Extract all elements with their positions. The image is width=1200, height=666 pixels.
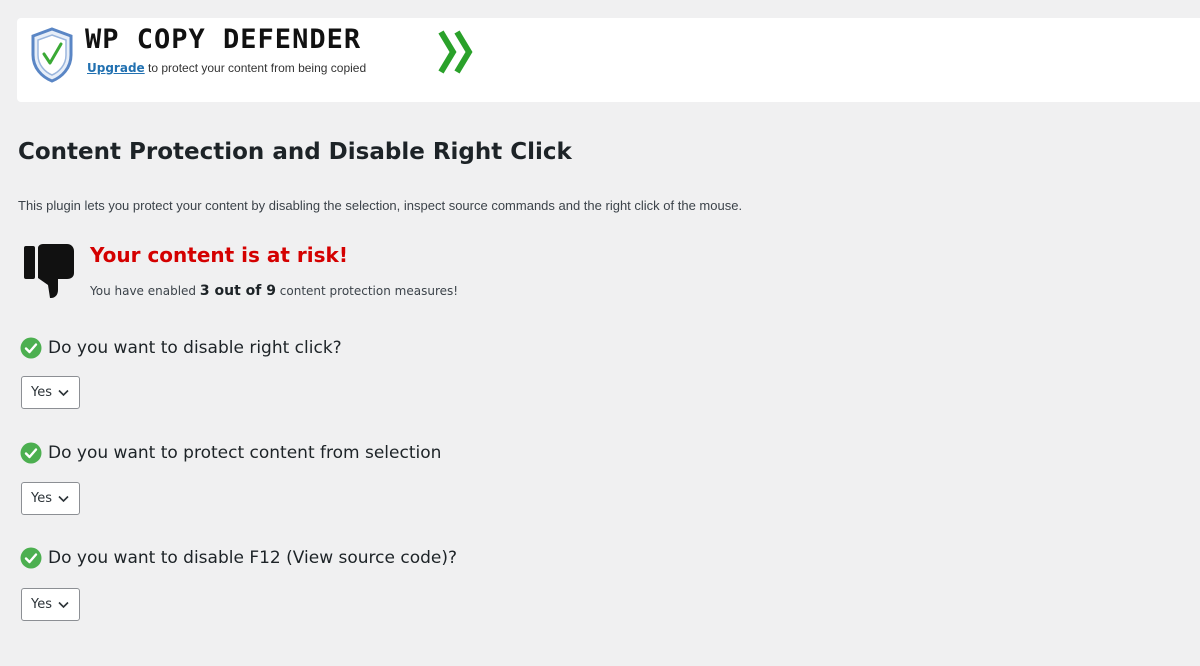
risk-title: Your content is at risk! bbox=[90, 243, 348, 267]
upgrade-link[interactable]: Upgrade bbox=[87, 61, 145, 75]
shield-check-icon bbox=[31, 27, 73, 83]
disable-right-click-select[interactable]: Yes bbox=[21, 376, 80, 409]
setting-disable-f12: Do you want to disable F12 (View source … bbox=[20, 547, 457, 569]
risk-prefix: You have enabled bbox=[90, 284, 200, 298]
setting-question: Do you want to disable right click? bbox=[48, 338, 342, 358]
select-value: Yes bbox=[31, 491, 52, 506]
risk-count: 3 out of 9 bbox=[199, 283, 276, 299]
chevron-down-icon bbox=[58, 495, 69, 502]
protect-selection-select[interactable]: Yes bbox=[21, 482, 80, 515]
setting-disable-right-click: Do you want to disable right click? bbox=[20, 337, 342, 359]
setting-protect-selection: Do you want to protect content from sele… bbox=[20, 442, 441, 464]
select-value: Yes bbox=[31, 597, 52, 612]
plugin-banner: WP COPY DEFENDER Upgrade to protect your… bbox=[17, 18, 1200, 102]
check-circle-icon bbox=[20, 547, 42, 569]
check-circle-icon bbox=[20, 337, 42, 359]
page-intro: This plugin lets you protect your conten… bbox=[18, 198, 743, 213]
chevron-down-icon bbox=[58, 601, 69, 608]
double-chevron-icon bbox=[438, 30, 473, 74]
chevron-down-icon bbox=[58, 389, 69, 396]
risk-suffix: content protection measures! bbox=[275, 284, 459, 298]
select-value: Yes bbox=[31, 385, 52, 400]
setting-question: Do you want to disable F12 (View source … bbox=[48, 548, 458, 568]
setting-question: Do you want to protect content from sele… bbox=[48, 443, 442, 463]
check-circle-icon bbox=[20, 442, 42, 464]
risk-subtitle: You have enabled 3 out of 9 content prot… bbox=[90, 283, 458, 299]
disable-f12-select[interactable]: Yes bbox=[21, 588, 80, 621]
brand-subtitle: Upgrade to protect your content from bei… bbox=[87, 61, 366, 75]
brand-title: WP COPY DEFENDER bbox=[85, 24, 362, 55]
thumbs-down-icon bbox=[24, 244, 74, 298]
upgrade-text: to protect your content from being copie… bbox=[144, 61, 367, 75]
page-title: Content Protection and Disable Right Cli… bbox=[18, 139, 572, 165]
